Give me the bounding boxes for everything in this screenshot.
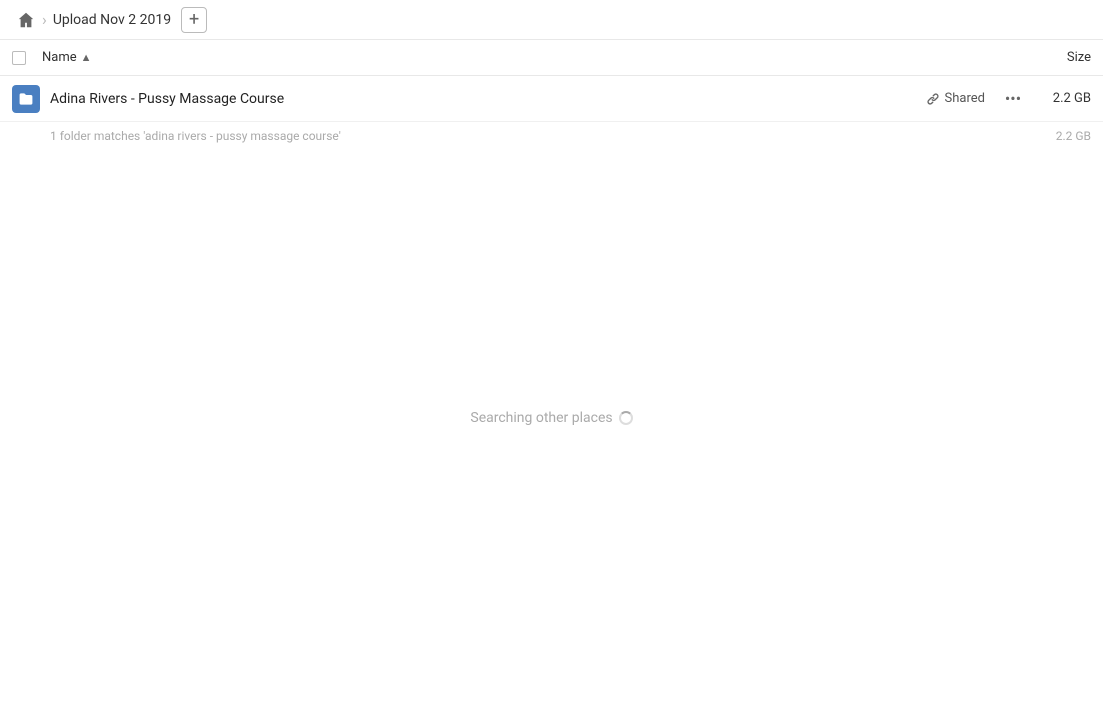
table-header: Name ▲ Size <box>0 40 1103 76</box>
file-name: Adina Rivers - Pussy Massage Course <box>50 91 926 107</box>
match-text: 1 folder matches 'adina rivers - pussy m… <box>50 129 1041 143</box>
shared-badge: Shared <box>926 91 985 106</box>
link-icon <box>926 92 940 106</box>
name-column-header[interactable]: Name ▲ <box>42 50 92 65</box>
shared-label: Shared <box>945 91 985 106</box>
name-header-label: Name <box>42 50 77 65</box>
size-column-header[interactable]: Size <box>1067 50 1091 65</box>
home-icon <box>17 11 35 29</box>
folder-icon <box>12 85 40 113</box>
more-options-button[interactable]: ••• <box>1001 87 1025 111</box>
file-icon-wrap <box>12 85 42 113</box>
loading-spinner <box>619 411 633 425</box>
file-size: 2.2 GB <box>1041 91 1091 106</box>
add-button[interactable]: + <box>181 7 207 33</box>
searching-text: Searching other places <box>470 410 612 426</box>
select-all-checkbox[interactable] <box>12 51 26 65</box>
searching-section: Searching other places <box>0 410 1103 426</box>
breadcrumb-separator: › <box>42 10 47 29</box>
select-all-checkbox-cell[interactable] <box>12 51 42 65</box>
sort-arrow-icon: ▲ <box>81 51 92 64</box>
folder-svg-icon <box>18 91 34 107</box>
match-size: 2.2 GB <box>1041 129 1091 143</box>
match-info-row: 1 folder matches 'adina rivers - pussy m… <box>0 122 1103 150</box>
breadcrumb-title: Upload Nov 2 2019 <box>53 12 171 28</box>
table-row[interactable]: Adina Rivers - Pussy Massage Course Shar… <box>0 76 1103 122</box>
breadcrumb-bar: › Upload Nov 2 2019 + <box>0 0 1103 40</box>
home-button[interactable] <box>12 6 40 34</box>
